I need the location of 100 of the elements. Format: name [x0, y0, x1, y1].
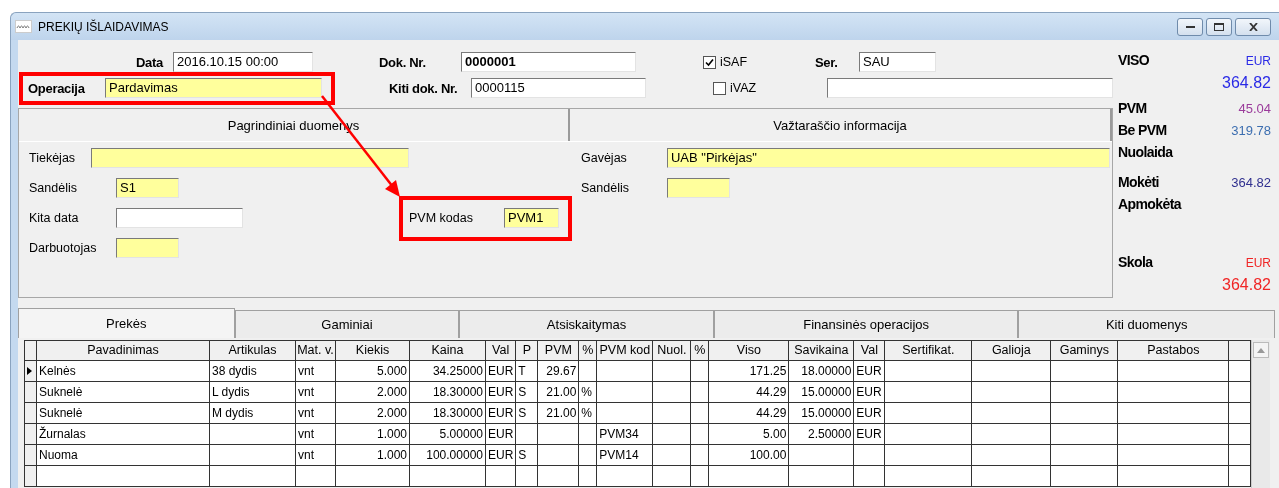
table-cell: vnt — [295, 381, 336, 403]
checkbox-label: iVAZ — [730, 81, 757, 95]
summary-label: Mokėti — [1118, 174, 1159, 190]
table-cell: vnt — [295, 423, 336, 445]
table-cell: EUR — [485, 444, 516, 466]
column-header[interactable]: Viso — [708, 340, 789, 361]
table-cell: EUR — [485, 360, 516, 382]
tab[interactable]: Prekės — [18, 308, 235, 338]
column-header[interactable]: Mat. v. — [295, 340, 336, 361]
table-cell: 2.50000 — [788, 423, 854, 445]
table-cell: 44.29 — [708, 381, 789, 403]
tab[interactable]: Atsiskaitymas — [459, 310, 714, 338]
input-field[interactable]: UAB "Pirkėjas" — [667, 148, 1110, 168]
table-cell: 2.000 — [335, 381, 410, 403]
section-header: Važtaraščio informacija — [570, 109, 1112, 141]
table-cell: 44.29 — [708, 402, 789, 424]
summary-amount: 364.82 — [1231, 175, 1271, 190]
field-label: Sandėlis — [581, 181, 630, 195]
table-cell: vnt — [295, 444, 336, 466]
column-header[interactable]: Sertifikat. — [884, 340, 972, 361]
input-field[interactable]: S1 — [116, 178, 179, 198]
summary-label: PVM — [1118, 100, 1147, 116]
table-cell: EUR — [853, 360, 885, 382]
table-cell: S — [515, 381, 538, 403]
column-header[interactable]: Val — [485, 340, 516, 361]
table-cell: 38 dydis — [209, 360, 296, 382]
tab[interactable]: Finansinės operacijos — [713, 310, 1019, 338]
table-cell: PVM14 — [596, 444, 653, 466]
table-cell: 15.00000 — [788, 402, 854, 424]
input-field[interactable]: 0000115 — [471, 78, 646, 98]
column-header[interactable]: Val — [853, 340, 885, 361]
input-field[interactable]: PVM1 — [504, 208, 559, 228]
currency-label: EUR — [1245, 256, 1271, 270]
table-cell: 15.00000 — [788, 381, 854, 403]
table-cell: L dydis — [209, 381, 296, 403]
table-cell: EUR — [853, 402, 885, 424]
table-cell: Nuoma — [36, 444, 210, 466]
summary-label: VISO — [1118, 52, 1150, 68]
total-amount: 364.82 — [1221, 276, 1271, 294]
table-cell: vnt — [295, 360, 336, 382]
table-cell: Suknelė — [36, 402, 210, 424]
table-cell: 18.00000 — [788, 360, 854, 382]
table-cell: S — [515, 402, 538, 424]
table-cell: 100.00000 — [409, 444, 486, 466]
table-cell: 2.000 — [335, 402, 410, 424]
summary-label: Nuolaida — [1118, 144, 1173, 160]
table-cell: EUR — [485, 402, 516, 424]
field-label: PVM kodas — [409, 211, 474, 225]
table-cell: Suknelė — [36, 381, 210, 403]
field-label: Data — [135, 54, 163, 70]
column-header[interactable]: Pastabos — [1117, 340, 1229, 361]
table-cell: Žurnalas — [36, 423, 210, 445]
table-cell: S — [515, 444, 538, 466]
field-label: Darbuotojas — [29, 241, 98, 255]
currency-label: EUR — [1245, 54, 1271, 68]
table-cell: 5.00000 — [409, 423, 486, 445]
column-header[interactable]: PVM — [537, 340, 579, 361]
table-cell: EUR — [853, 423, 885, 445]
field-label: Gavėjas — [581, 151, 628, 165]
column-header[interactable]: Savikaina — [788, 340, 854, 361]
table-cell: % — [578, 402, 597, 424]
field-label: Kita data — [29, 211, 80, 225]
tab[interactable]: Gaminiai — [234, 310, 460, 338]
column-header[interactable]: Nuol. — [652, 340, 691, 361]
input-field[interactable]: 0000001 — [461, 52, 636, 72]
summary-amount: 45.04 — [1238, 101, 1271, 116]
column-header[interactable]: Kiekis — [335, 340, 410, 361]
table-cell: Kelnės — [36, 360, 210, 382]
field-label: Kiti dok. Nr. — [389, 80, 459, 96]
field-label: Operacija — [28, 80, 86, 96]
table-cell: vnt — [295, 402, 336, 424]
column-header[interactable]: Artikulas — [209, 340, 296, 361]
table-cell: EUR — [853, 381, 885, 403]
window-title: PREKIŲ IŠLAIDAVIMAS — [38, 19, 169, 34]
table-cell: 100.00 — [708, 444, 789, 466]
column-header[interactable]: Gaminys — [1050, 340, 1118, 361]
tab[interactable]: Kiti duomenys — [1018, 310, 1275, 338]
column-header[interactable]: Pavadinimas — [36, 340, 210, 361]
total-amount: 364.82 — [1221, 74, 1271, 92]
table-cell: 29.67 — [537, 360, 579, 382]
column-header[interactable]: PVM kod — [596, 340, 653, 361]
table-cell: 18.30000 — [409, 402, 486, 424]
table-cell: 18.30000 — [409, 381, 486, 403]
field-label: Dok. Nr. — [379, 54, 427, 70]
table-cell: 1.000 — [335, 444, 410, 466]
table-cell: 1.000 — [335, 423, 410, 445]
summary-label: Apmokėta — [1118, 196, 1181, 212]
table-cell: 21.00 — [537, 402, 579, 424]
input-field[interactable]: Pardavimas — [105, 78, 322, 98]
input-field[interactable]: 2016.10.15 00:00 — [173, 52, 313, 72]
input-field[interactable]: SAU — [859, 52, 936, 72]
checkbox-label: iSAF — [720, 55, 748, 69]
table-cell: 34.25000 — [409, 360, 486, 382]
table-cell: T — [515, 360, 538, 382]
column-header[interactable]: Kaina — [409, 340, 486, 361]
table-cell: % — [578, 381, 597, 403]
table-cell: EUR — [485, 381, 516, 403]
column-header[interactable]: P — [515, 340, 538, 361]
summary-amount: 319.78 — [1231, 123, 1271, 138]
column-header[interactable]: Galioja — [971, 340, 1051, 361]
